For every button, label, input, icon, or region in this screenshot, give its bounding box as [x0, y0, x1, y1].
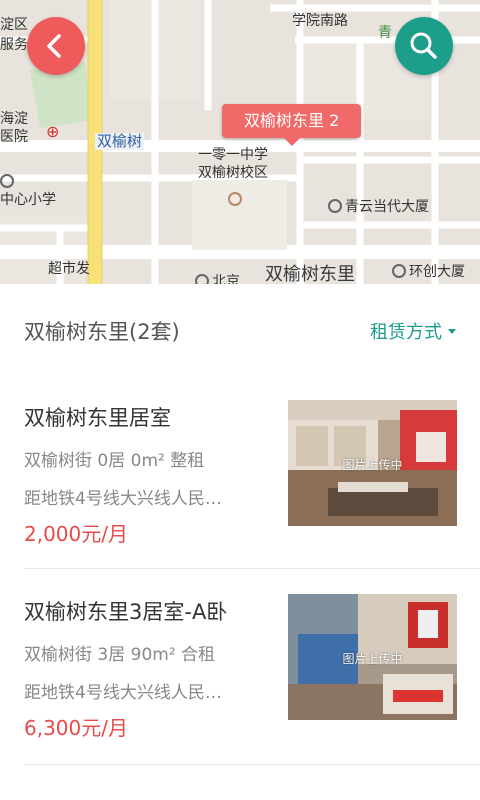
- map-marker[interactable]: 双榆树东里 2: [222, 104, 362, 146]
- image-uploading-caption: 图片上传中: [342, 458, 403, 472]
- poi-icon: [195, 274, 209, 284]
- filter-label: 租赁方式: [370, 322, 442, 343]
- hospital-icon: ⊕: [46, 122, 60, 141]
- map-label-chaoshi: 超市发: [48, 261, 90, 277]
- map-label-shuangyushu-road: 双榆树: [95, 132, 145, 150]
- map-label-school-line1: 一零一中学: [198, 147, 268, 163]
- map-label-hospital: 医院: [0, 129, 28, 145]
- map-marker-label: 双榆树东里 2: [244, 111, 340, 130]
- map-label-school-line2: 双榆树校区: [198, 165, 268, 181]
- rental-type-filter[interactable]: 租赁方式: [370, 318, 456, 344]
- list-item[interactable]: 双榆树东里3居室-A卧 双榆树街 3居 90m² 合租 距地铁4号线大兴线人民……: [0, 570, 480, 764]
- map-label-xueyuan-south-road: 学院南路: [292, 13, 348, 29]
- map-label-zhongxin-xiaoxue: 中心小学: [0, 192, 56, 208]
- map-label-fuwu: 服务: [0, 37, 28, 53]
- listing-title: 双榆树东里居室: [24, 406, 171, 430]
- divider: [24, 568, 480, 569]
- map-label-shuangyushu-dongli: 双榆树东里: [265, 264, 355, 284]
- school-icon: [228, 192, 242, 206]
- chevron-left-icon: [47, 34, 61, 58]
- listing-thumbnail[interactable]: 图片上传中: [288, 594, 457, 720]
- list-header: 双榆树东里(2套) 租赁方式: [0, 284, 480, 376]
- listing-title: 双榆树东里3居室-A卧: [24, 600, 228, 624]
- list-item[interactable]: 双榆树东里居室 双榆树街 0居 0m² 整租 距地铁4号线大兴线人民… 2,00…: [0, 376, 480, 570]
- list-title: 双榆树东里(2套): [24, 320, 180, 344]
- caret-down-icon: [448, 328, 456, 334]
- listing-thumbnail[interactable]: 图片上传中: [288, 400, 457, 526]
- listing-meta: 双榆树街 3居 90m² 合租: [24, 645, 216, 665]
- image-uploading-caption: 图片上传中: [342, 652, 403, 666]
- search-button[interactable]: [395, 17, 453, 75]
- map-label-huanchuang: 环创大厦: [392, 264, 465, 279]
- map-label-dianqu: 淀区: [0, 17, 28, 33]
- map-label-beijing: 北京: [195, 274, 240, 284]
- map-label-haidian: 海淀: [0, 111, 28, 127]
- building-icon: [328, 199, 342, 213]
- map-label-qingyun: 青云当代大厦: [328, 199, 429, 214]
- back-button[interactable]: [27, 17, 85, 75]
- map-label-qing: 青: [378, 25, 392, 41]
- listing-meta: 双榆树街 0居 0m² 整租: [24, 451, 205, 471]
- divider: [24, 764, 480, 765]
- listing-price: 6,300元/月: [24, 716, 128, 740]
- building-icon: [392, 264, 406, 278]
- listing-distance: 距地铁4号线大兴线人民…: [24, 683, 222, 703]
- listing-distance: 距地铁4号线大兴线人民…: [24, 489, 222, 509]
- search-icon: [410, 32, 437, 59]
- map-view[interactable]: 学院南路 青 淀区 服务 海淀 ⊕ 医院 双榆树 一零一中学 双榆树校区 中心小…: [0, 0, 480, 284]
- school-poi-icon: [0, 174, 14, 188]
- listing-price: 2,000元/月: [24, 522, 128, 546]
